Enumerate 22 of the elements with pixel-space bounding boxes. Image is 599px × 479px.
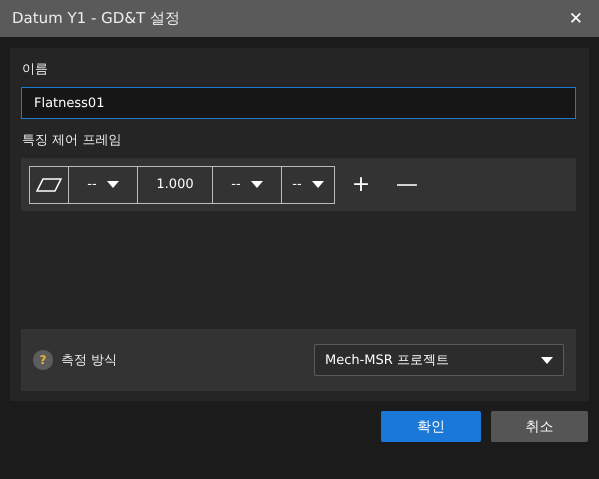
- close-button[interactable]: ✕: [564, 8, 587, 28]
- measure-dropdown[interactable]: Mech-MSR 프로젝트: [314, 344, 564, 376]
- frame-label: 특징 제어 프레임: [22, 132, 122, 149]
- dropdown[interactable]: --: [212, 166, 282, 204]
- remove-button[interactable]: —: [387, 171, 427, 198]
- name-label: 이름: [22, 61, 49, 78]
- ok-button[interactable]: 확인: [381, 411, 481, 442]
- caret-icon: [106, 181, 119, 188]
- caret-icon: [312, 181, 324, 188]
- caret-icon: [250, 181, 263, 188]
- dropdown[interactable]: --: [68, 166, 138, 204]
- parallelogram-icon: [36, 178, 62, 192]
- add-button[interactable]: +: [341, 171, 381, 198]
- measure-label: 측정 방식: [61, 352, 118, 369]
- name-field[interactable]: Flatness01: [21, 87, 576, 119]
- cancel-button[interactable]: 취소: [491, 411, 588, 442]
- caret-icon: [541, 356, 553, 364]
- flatness-symbol-cell[interactable]: [29, 166, 69, 204]
- help-icon[interactable]: ?: [33, 350, 53, 370]
- tolerance-field[interactable]: 1.000: [137, 166, 213, 204]
- window-title: Datum Y1 - GD&T 설정: [12, 9, 180, 28]
- dropdown[interactable]: --: [281, 166, 335, 204]
